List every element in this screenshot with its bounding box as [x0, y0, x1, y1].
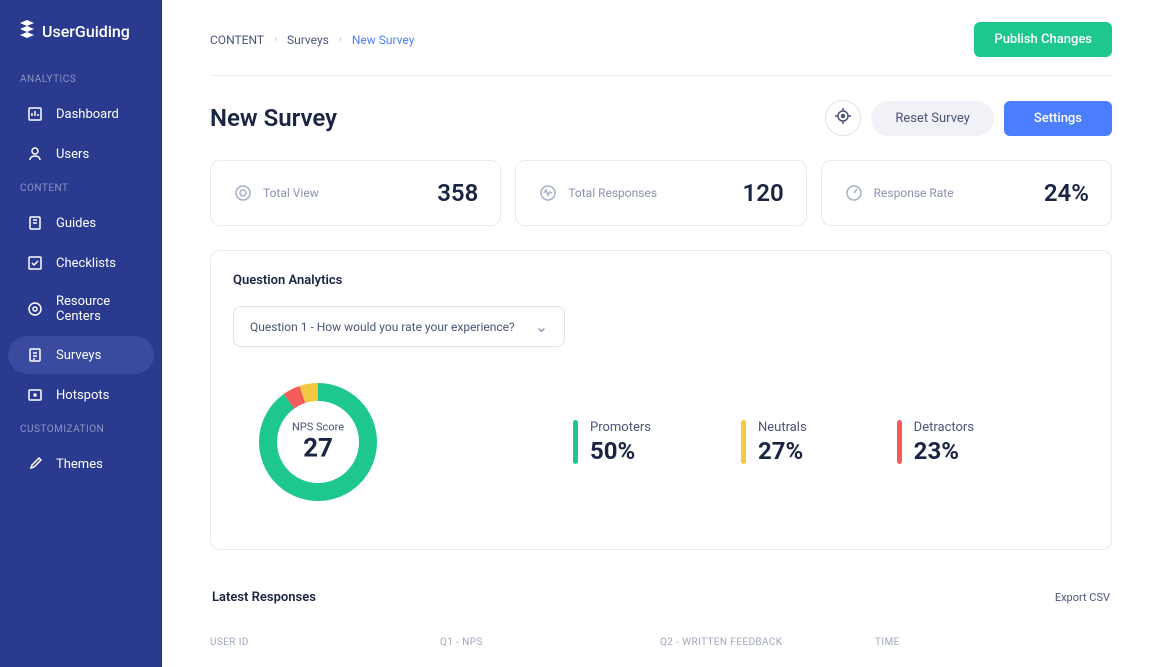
sidebar: UserGuiding ANALYTICS Dashboard Users CO… [0, 0, 162, 667]
segment-bar [897, 420, 902, 464]
sidebar-item-surveys[interactable]: Surveys [8, 336, 154, 374]
nps-value: 27 [292, 434, 344, 464]
segment-bar [573, 420, 578, 464]
sidebar-item-label: Themes [56, 457, 103, 472]
table-col-q1: Q1 - NPS [440, 637, 660, 648]
analytics-title: Question Analytics [233, 273, 1089, 288]
sidebar-item-label: Hotspots [56, 388, 109, 403]
segment-promoters: Promoters 50% [573, 420, 651, 465]
sidebar-item-label: Dashboard [56, 107, 119, 122]
sidebar-item-hotspots[interactable]: Hotspots [8, 376, 154, 414]
divider [210, 75, 1112, 76]
settings-button[interactable]: Settings [1004, 101, 1112, 136]
sidebar-item-label: Checklists [56, 256, 116, 271]
chevron-right-icon: › [274, 34, 277, 45]
segment-label: Neutrals [758, 420, 807, 435]
table-col-user: USER ID [210, 637, 440, 648]
crosshair-icon [834, 107, 852, 129]
nps-label: NPS Score [292, 421, 344, 434]
gauge-icon [844, 183, 864, 203]
eye-icon [233, 183, 253, 203]
reset-survey-button[interactable]: Reset Survey [871, 101, 994, 136]
checklist-icon [26, 254, 44, 272]
stat-label: Total Responses [568, 186, 657, 200]
topbar: CONTENT › Surveys › New Survey Publish C… [210, 0, 1112, 75]
chart-bar-icon [26, 105, 44, 123]
sidebar-item-label: Resource Centers [56, 294, 136, 324]
publish-button[interactable]: Publish Changes [974, 22, 1112, 57]
sidebar-item-label: Guides [56, 216, 96, 231]
page-title: New Survey [210, 104, 337, 132]
brush-icon [26, 455, 44, 473]
table-header: USER ID Q1 - NPS Q2 - WRITTEN FEEDBACK T… [210, 625, 1112, 660]
resource-icon [26, 300, 44, 318]
header-actions: Reset Survey Settings [825, 100, 1112, 136]
responses-header: Latest Responses Export CSV [210, 590, 1112, 605]
logo-text: UserGuiding [42, 22, 130, 41]
activity-icon [538, 183, 558, 203]
sidebar-item-themes[interactable]: Themes [8, 445, 154, 483]
sidebar-item-label: Surveys [56, 348, 101, 363]
guide-icon [26, 214, 44, 232]
main-content: CONTENT › Surveys › New Survey Publish C… [162, 0, 1160, 667]
segment-label: Detractors [914, 420, 974, 435]
segment-bar [741, 420, 746, 464]
table-col-time: TIME [875, 637, 1112, 648]
segment-value: 50% [590, 437, 651, 465]
responses-title: Latest Responses [212, 590, 316, 605]
segment-detractors: Detractors 23% [897, 420, 974, 465]
sidebar-item-guides[interactable]: Guides [8, 204, 154, 242]
chevron-right-icon: › [339, 34, 342, 45]
stat-value: 120 [743, 179, 784, 207]
question-selector-text: Question 1 - How would you rate your exp… [250, 320, 515, 334]
nav-section-analytics: ANALYTICS [0, 66, 162, 93]
sidebar-item-label: Users [56, 147, 89, 162]
stats-row: Total View 358 Total Responses 120 Respo… [210, 160, 1112, 226]
segment-value: 23% [914, 437, 974, 465]
logo-icon [18, 20, 36, 42]
nps-row: NPS Score 27 Promoters 50% Neutrals [233, 377, 1089, 527]
segment-label: Promoters [590, 420, 651, 435]
nav-section-content: CONTENT [0, 175, 162, 202]
segment-neutrals: Neutrals 27% [741, 420, 807, 465]
logo[interactable]: UserGuiding [0, 20, 162, 66]
export-csv-link[interactable]: Export CSV [1055, 591, 1110, 604]
stat-value: 24% [1044, 179, 1089, 207]
survey-icon [26, 346, 44, 364]
sidebar-item-resource-centers[interactable]: Resource Centers [8, 284, 154, 334]
stat-total-responses: Total Responses 120 [515, 160, 806, 226]
stat-total-view: Total View 358 [210, 160, 501, 226]
nps-donut-chart: NPS Score 27 [253, 377, 383, 507]
stat-label: Response Rate [874, 186, 954, 200]
stat-label: Total View [263, 186, 319, 200]
nps-segments: Promoters 50% Neutrals 27% Detractors [573, 420, 974, 465]
stat-response-rate: Response Rate 24% [821, 160, 1112, 226]
target-button[interactable] [825, 100, 861, 136]
page-header: New Survey Reset Survey Settings [210, 100, 1112, 136]
question-analytics-card: Question Analytics Question 1 - How woul… [210, 250, 1112, 550]
breadcrumb-item-current: New Survey [352, 33, 415, 47]
user-icon [26, 145, 44, 163]
table-row[interactable]: ID 2121 10 30 Nov 2021, 13:28 [210, 660, 1112, 667]
chevron-down-icon: ⌄ [535, 317, 548, 336]
nav-section-customization: CUSTOMIZATION [0, 416, 162, 443]
question-selector[interactable]: Question 1 - How would you rate your exp… [233, 306, 565, 347]
breadcrumb-item[interactable]: CONTENT [210, 33, 264, 47]
hotspot-icon [26, 386, 44, 404]
segment-value: 27% [758, 437, 807, 465]
breadcrumb-item[interactable]: Surveys [287, 33, 329, 47]
breadcrumb: CONTENT › Surveys › New Survey [210, 33, 414, 47]
sidebar-item-checklists[interactable]: Checklists [8, 244, 154, 282]
table-col-q2: Q2 - WRITTEN FEEDBACK [660, 637, 875, 648]
sidebar-item-users[interactable]: Users [8, 135, 154, 173]
stat-value: 358 [437, 179, 478, 207]
sidebar-item-dashboard[interactable]: Dashboard [8, 95, 154, 133]
